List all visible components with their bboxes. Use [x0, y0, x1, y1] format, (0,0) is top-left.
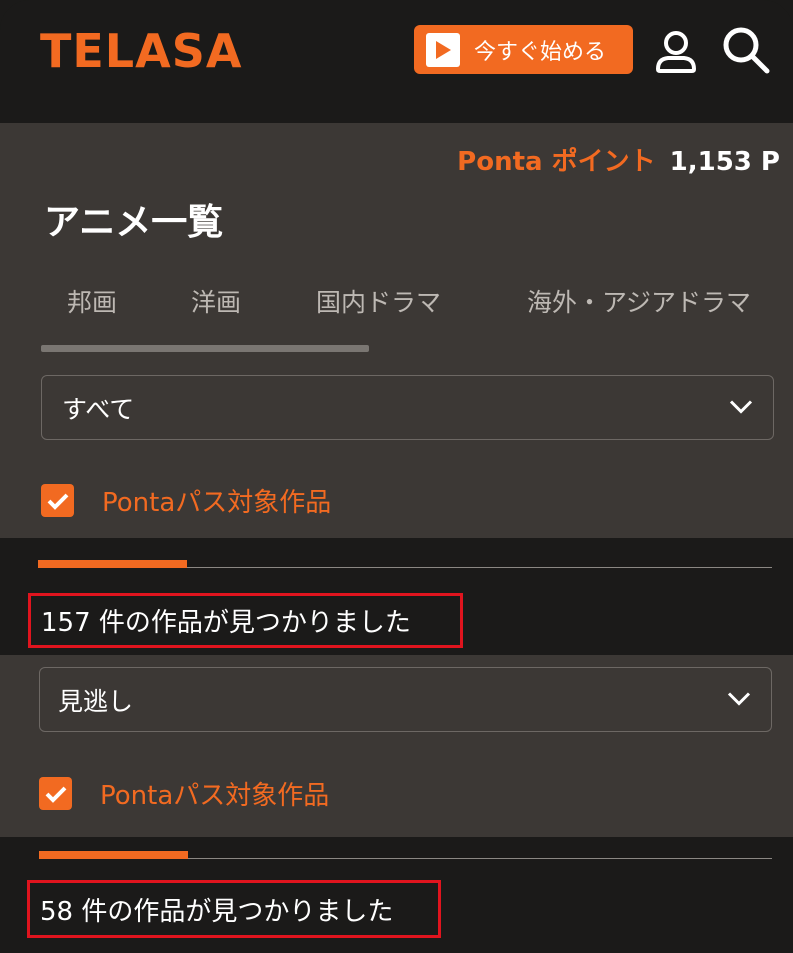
ponta-points-label: Ponta ポイント: [457, 147, 656, 177]
divider-accent: [38, 560, 187, 568]
start-now-button[interactable]: 今すぐ始める: [414, 25, 633, 74]
filter-panel-2: 見逃し Pontaパス対象作品: [0, 655, 793, 837]
tab-domestic-drama[interactable]: 国内ドラマ: [316, 283, 441, 319]
checkbox-checked-icon[interactable]: [41, 484, 74, 517]
telasa-logo[interactable]: TELASA: [40, 24, 242, 78]
user-icon[interactable]: [655, 30, 697, 74]
play-icon: [426, 32, 460, 67]
ponta-points: Ponta ポイント 1,153 P: [457, 141, 780, 178]
ponta-pass-label-1: Pontaパス対象作品: [102, 488, 332, 518]
result-count-2: 58 件の作品が見つかりました: [27, 880, 441, 938]
result-band-1: 157 件の作品が見つかりました: [0, 538, 793, 655]
checkbox-checked-icon[interactable]: [39, 777, 72, 810]
filter-select-2-value: 見逃し: [58, 686, 134, 716]
tab-houga[interactable]: 邦画: [67, 283, 117, 319]
page-title: アニメ一覧: [44, 202, 224, 243]
ponta-pass-filter-2[interactable]: Pontaパス対象作品: [39, 775, 329, 812]
tab-overseas-asia-drama[interactable]: 海外・アジアドラマ: [527, 283, 751, 319]
result-band-2: 58 件の作品が見つかりました: [0, 837, 793, 953]
genre-tabs: 邦画 洋画 国内ドラマ 海外・アジアドラマ: [0, 283, 793, 323]
ponta-pass-filter-1[interactable]: Pontaパス対象作品: [41, 482, 331, 519]
tab-youga[interactable]: 洋画: [191, 283, 241, 319]
divider-accent: [39, 851, 188, 859]
filter-select-1[interactable]: すべて: [41, 375, 774, 440]
ponta-points-value: 1,153 P: [669, 147, 780, 177]
chevron-down-icon: [729, 398, 753, 417]
filter-panel-1: Ponta ポイント 1,153 P アニメ一覧 邦画 洋画 国内ドラマ 海外・ア…: [0, 123, 793, 538]
filter-select-2[interactable]: 見逃し: [39, 667, 772, 732]
result-count-1-text: 157 件の作品が見つかりました: [41, 608, 411, 638]
result-count-2-text: 58 件の作品が見つかりました: [40, 896, 394, 927]
filter-select-1-value: すべて: [62, 394, 135, 424]
ponta-pass-label-2: Pontaパス対象作品: [100, 781, 330, 811]
search-icon[interactable]: [721, 25, 771, 75]
app-header: TELASA 今すぐ始める: [0, 0, 793, 123]
result-count-1: 157 件の作品が見つかりました: [28, 593, 463, 648]
start-now-label: 今すぐ始める: [474, 39, 607, 65]
tab-scroll-indicator[interactable]: [41, 345, 369, 352]
chevron-down-icon: [727, 690, 751, 709]
